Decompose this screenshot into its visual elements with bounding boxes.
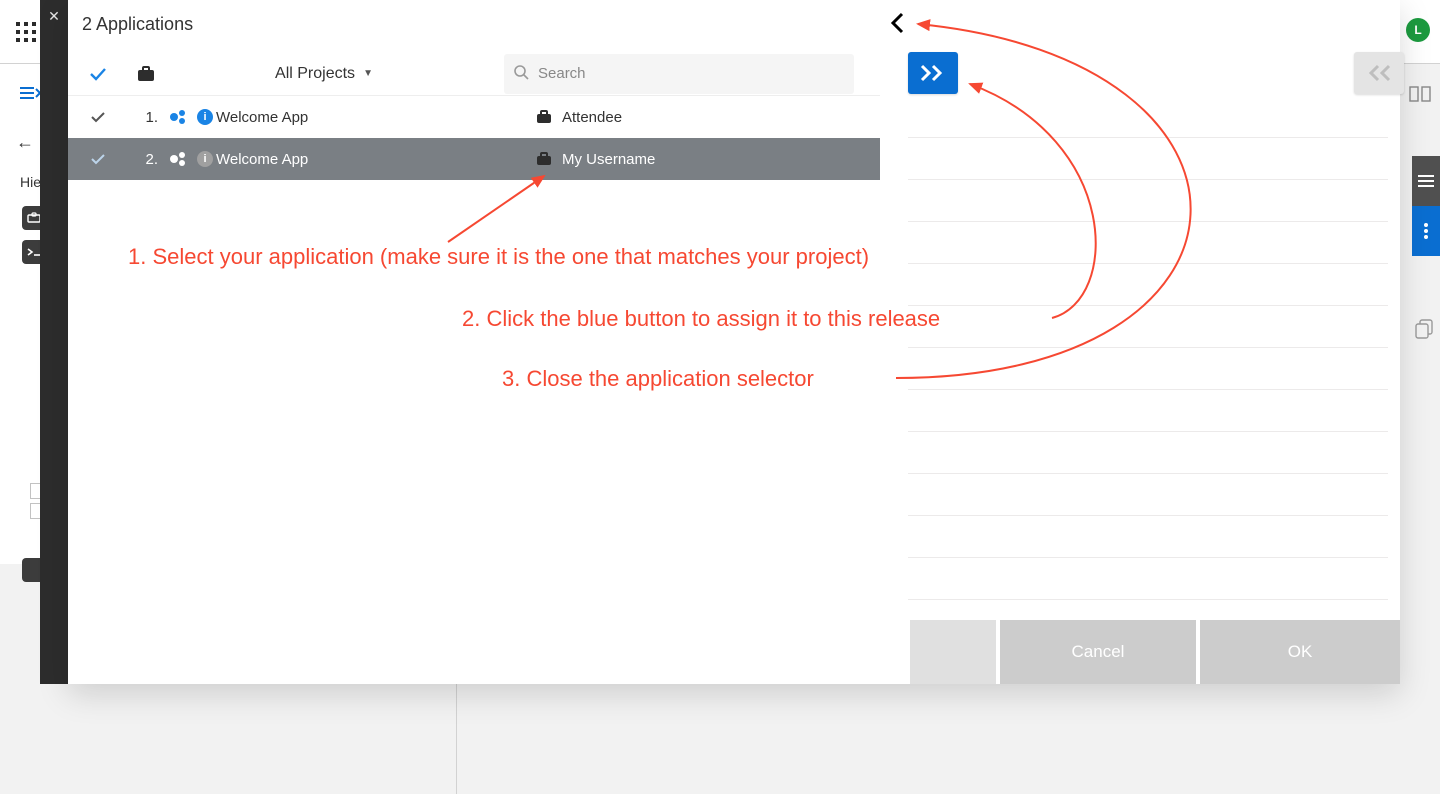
assigned-empty-row (908, 264, 1388, 306)
chevron-down-icon: ▼ (363, 68, 373, 79)
application-row[interactable]: 2. i Welcome App My Username (68, 138, 880, 180)
assigned-empty-row (908, 348, 1388, 390)
footer-spacer (910, 620, 1000, 684)
collapse-rail-icon[interactable] (20, 86, 40, 105)
application-rows: 1. i Welcome App Attendee 2. i Welcome A… (68, 96, 880, 180)
right-overflow-icon[interactable] (1412, 206, 1440, 256)
row-index: 1. (128, 109, 164, 126)
close-modal-icon[interactable]: ✕ (48, 8, 60, 25)
row-owner: My Username (562, 151, 880, 168)
row-app-name: Welcome App (216, 109, 526, 126)
apps-grid-icon[interactable] (16, 22, 36, 42)
row-briefcase-icon (526, 110, 562, 124)
assigned-empty-row (908, 558, 1388, 600)
assigned-empty-row (908, 138, 1388, 180)
project-filter-dropdown[interactable]: All Projects ▼ (164, 65, 484, 83)
transfer-buttons (908, 52, 1404, 94)
row-briefcase-icon (526, 152, 562, 166)
assigned-empty-row (908, 306, 1388, 348)
assigned-column (908, 96, 1388, 600)
cancel-button[interactable]: Cancel (1000, 620, 1200, 684)
user-avatar[interactable]: L (1406, 18, 1430, 42)
project-filter-label: All Projects (275, 65, 355, 83)
row-check-icon[interactable] (68, 153, 128, 165)
unassign-button[interactable] (1354, 52, 1404, 94)
assigned-empty-row (908, 474, 1388, 516)
layout-icon[interactable] (1408, 74, 1432, 114)
filter-bar: All Projects ▼ (68, 52, 880, 96)
modal-gutter: ✕ (40, 0, 68, 684)
hierarchy-label: Hie (20, 174, 41, 190)
assigned-empty-row (908, 222, 1388, 264)
assigned-empty-row (908, 516, 1388, 558)
app-type-icon (164, 151, 194, 167)
row-app-name: Welcome App (216, 151, 526, 168)
row-info-icon[interactable]: i (194, 151, 216, 167)
select-all-check[interactable] (68, 67, 128, 81)
assigned-empty-row (908, 96, 1388, 138)
search-icon (514, 65, 528, 83)
row-owner: Attendee (562, 109, 880, 126)
assign-button[interactable] (908, 52, 958, 94)
right-stack (1412, 156, 1440, 256)
row-info-icon[interactable]: i (194, 109, 216, 125)
row-index: 2. (128, 151, 164, 168)
collapse-selector-icon[interactable] (890, 12, 904, 40)
app-type-icon (164, 109, 194, 125)
assigned-empty-row (908, 390, 1388, 432)
back-arrow-icon[interactable]: ← (16, 132, 34, 153)
modal-title: 2 Applications (82, 14, 193, 35)
row-check-icon[interactable] (68, 111, 128, 123)
copy-icon[interactable] (1416, 320, 1434, 343)
application-row[interactable]: 1. i Welcome App Attendee (68, 96, 880, 138)
ok-button[interactable]: OK (1200, 620, 1400, 684)
search-input[interactable] (504, 54, 854, 94)
application-selector-modal: 2 Applications All Projects ▼ 1. (68, 0, 1400, 684)
briefcase-icon (128, 66, 164, 82)
assigned-empty-row (908, 180, 1388, 222)
assigned-empty-row (908, 432, 1388, 474)
right-menu-icon[interactable] (1412, 156, 1440, 206)
modal-footer: Cancel OK (910, 620, 1400, 684)
